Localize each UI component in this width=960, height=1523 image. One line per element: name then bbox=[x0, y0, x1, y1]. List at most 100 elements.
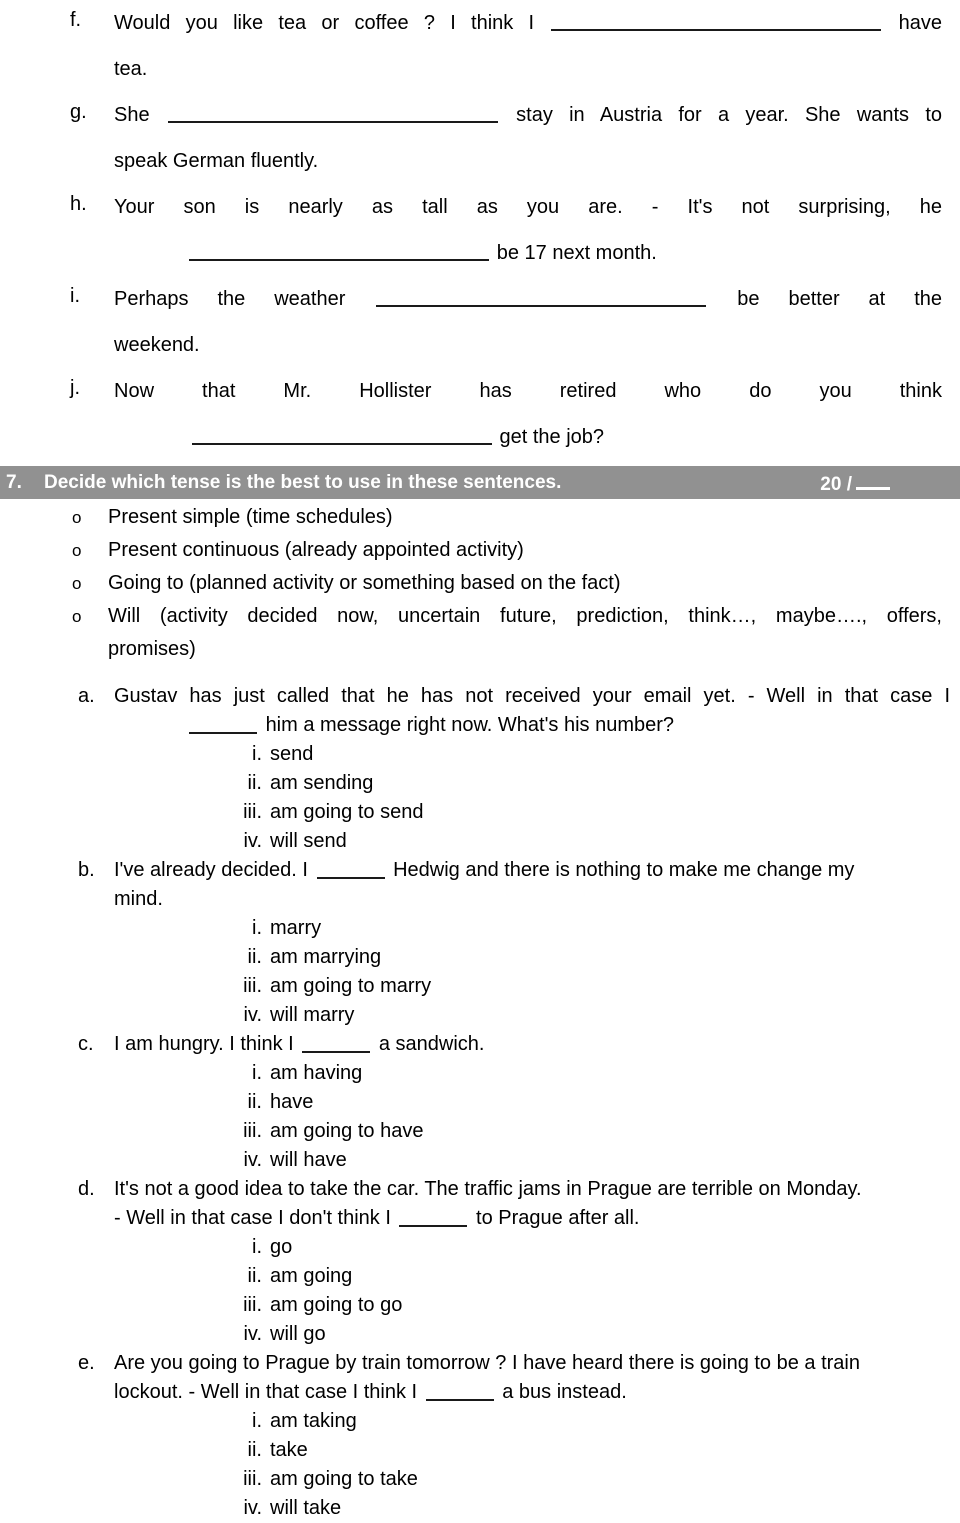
tense-option-label: Present simple (time schedules) bbox=[108, 506, 393, 528]
item-text-h: Your son is nearly as tall as you are. -… bbox=[114, 196, 942, 218]
option-numeral: iii. bbox=[243, 1294, 262, 1316]
mcq-section: a. Gustav has just called that he has no… bbox=[0, 682, 960, 1523]
option-label: will go bbox=[270, 1323, 326, 1345]
mcq-option[interactable]: iii. am going to take bbox=[0, 1465, 960, 1494]
mcq-stem-row-d: d. It's not a good idea to take the car.… bbox=[0, 1175, 960, 1204]
mcq-options-a: i. send ii. am sending iii. am going to … bbox=[0, 740, 960, 856]
mcq-option[interactable]: ii. take bbox=[0, 1436, 960, 1465]
mcq-option[interactable]: iii. am going to marry bbox=[0, 972, 960, 1001]
mcq-option[interactable]: i. send bbox=[0, 740, 960, 769]
tense-option-1: o Present simple (time schedules) bbox=[0, 501, 960, 534]
item-text-g: She stay in Austria for a year. She want… bbox=[114, 92, 942, 138]
answer-blank-j[interactable] bbox=[191, 422, 492, 445]
mcq-stem-a: Gustav has just called that he has not r… bbox=[114, 685, 950, 707]
item-marker-h: h. bbox=[70, 193, 87, 215]
mcq-option[interactable]: iv. will send bbox=[0, 827, 960, 856]
mcq-option[interactable]: iii. am going to send bbox=[0, 798, 960, 827]
tense-option-2: o Present continuous (already appointed … bbox=[0, 534, 960, 567]
circle-bullet-icon: o bbox=[72, 574, 82, 593]
item-text-j: Now that Mr. Hollister has retired who d… bbox=[114, 380, 942, 402]
mcq-option[interactable]: i. marry bbox=[0, 914, 960, 943]
section-number: 7. bbox=[6, 471, 22, 493]
question-item-i: i. Perhaps the weather be better at the bbox=[0, 276, 960, 322]
option-numeral: iv. bbox=[243, 1497, 262, 1519]
option-numeral: i. bbox=[252, 917, 262, 939]
mcq-marker-e: e. bbox=[78, 1352, 95, 1374]
answer-gap-b[interactable] bbox=[316, 857, 385, 879]
answer-blank-g[interactable] bbox=[167, 100, 498, 123]
mcq-stem-b-part1: I've already decided. I bbox=[114, 859, 308, 881]
mcq-option[interactable]: ii. am going bbox=[0, 1262, 960, 1291]
option-numeral: iii. bbox=[243, 1120, 262, 1142]
mcq-stem-d-part3: to Prague after all. bbox=[476, 1207, 640, 1229]
mcq-option[interactable]: i. am having bbox=[0, 1059, 960, 1088]
mcq-option[interactable]: iii. am going to have bbox=[0, 1117, 960, 1146]
mcq-options-e: i. am taking ii. take iii. am going to t… bbox=[0, 1407, 960, 1523]
mcq-stem-c-part2: a sandwich. bbox=[378, 1033, 485, 1055]
mcq-option[interactable]: ii. have bbox=[0, 1088, 960, 1117]
tense-option-4: o Will (activity decided now, uncertain … bbox=[0, 600, 960, 633]
mcq-stem-row-b2: mind. bbox=[0, 885, 960, 914]
question-item-h: h. Your son is nearly as tall as you are… bbox=[0, 184, 960, 230]
mcq-stem-c: I am hungry. I think I a sandwich. bbox=[114, 1030, 950, 1059]
answer-gap-a[interactable] bbox=[189, 712, 257, 734]
answer-blank-f[interactable] bbox=[551, 8, 882, 31]
section-score: 20 / bbox=[820, 469, 952, 495]
circle-bullet-icon: o bbox=[72, 541, 82, 560]
mcq-marker-c: c. bbox=[78, 1033, 94, 1055]
mcq-question-a: a. Gustav has just called that he has no… bbox=[0, 682, 960, 856]
answer-blank-h[interactable] bbox=[189, 238, 490, 261]
option-label: am going to go bbox=[270, 1294, 403, 1316]
question-item-j: j. Now that Mr. Hollister has retired wh… bbox=[0, 368, 960, 414]
option-numeral: ii. bbox=[247, 946, 262, 968]
tense-option-label: Going to (planned activity or something … bbox=[108, 572, 621, 594]
mcq-stem-row-a2: him a message right now. What's his numb… bbox=[0, 711, 960, 740]
mcq-options-b: i. marry ii. am marrying iii. am going t… bbox=[0, 914, 960, 1030]
tense-option-label: Present continuous (already appointed ac… bbox=[108, 539, 524, 561]
option-label: am taking bbox=[270, 1410, 357, 1432]
tense-option-label: Will (activity decided now, uncertain fu… bbox=[108, 605, 942, 627]
option-numeral: i. bbox=[252, 1410, 262, 1432]
mcq-stem-row-e: e. Are you going to Prague by train tomo… bbox=[0, 1349, 960, 1378]
mcq-option[interactable]: iv. will go bbox=[0, 1320, 960, 1349]
item-marker-f: f. bbox=[70, 9, 82, 31]
mcq-stem-row-a: a. Gustav has just called that he has no… bbox=[0, 682, 960, 711]
tense-options-list: o Present simple (time schedules) o Pres… bbox=[0, 501, 960, 666]
section-score-blank[interactable] bbox=[856, 469, 890, 490]
circle-bullet-icon: o bbox=[72, 508, 82, 527]
option-numeral: iv. bbox=[243, 1149, 262, 1171]
mcq-question-e: e. Are you going to Prague by train tomo… bbox=[0, 1349, 960, 1523]
option-numeral: iv. bbox=[243, 1004, 262, 1026]
section-heading-bar: 7. Decide which tense is the best to use… bbox=[0, 466, 960, 499]
answer-gap-d[interactable] bbox=[399, 1205, 468, 1227]
mcq-option[interactable]: iii. am going to go bbox=[0, 1291, 960, 1320]
option-label: am marrying bbox=[270, 946, 382, 968]
mcq-question-d: d. It's not a good idea to take the car.… bbox=[0, 1175, 960, 1349]
mcq-option[interactable]: iv. will marry bbox=[0, 1001, 960, 1030]
mcq-stem-c-part1: I am hungry. I think I bbox=[114, 1033, 294, 1055]
option-numeral: iii. bbox=[243, 801, 262, 823]
item-text-f: Would you like tea or coffee ? I think I… bbox=[114, 0, 942, 46]
answer-blank-i[interactable] bbox=[376, 284, 707, 307]
mcq-option[interactable]: ii. am marrying bbox=[0, 943, 960, 972]
mcq-stem-b: I've already decided. I Hedwig and there… bbox=[114, 856, 950, 885]
option-numeral: iv. bbox=[243, 1323, 262, 1345]
mcq-option[interactable]: i. go bbox=[0, 1233, 960, 1262]
item-f-pre-text: Would you like tea or coffee ? I think I bbox=[114, 12, 535, 34]
mcq-option[interactable]: i. am taking bbox=[0, 1407, 960, 1436]
option-label: am having bbox=[270, 1062, 363, 1084]
option-numeral: iii. bbox=[243, 975, 262, 997]
mcq-options-d: i. go ii. am going iii. am going to go i… bbox=[0, 1233, 960, 1349]
answer-gap-e[interactable] bbox=[425, 1379, 494, 1401]
option-label: am going to marry bbox=[270, 975, 432, 997]
mcq-option[interactable]: iv. will take bbox=[0, 1494, 960, 1523]
mcq-option[interactable]: ii. am sending bbox=[0, 769, 960, 798]
item-g-line2: speak German fluently. bbox=[114, 150, 319, 172]
mcq-option[interactable]: iv. will have bbox=[0, 1146, 960, 1175]
upper-exercise: f. Would you like tea or coffee ? I thin… bbox=[0, 0, 960, 460]
item-j-line2: get the job? bbox=[0, 414, 960, 460]
answer-gap-c[interactable] bbox=[302, 1031, 371, 1053]
mcq-question-b: b. I've already decided. I Hedwig and th… bbox=[0, 856, 960, 1030]
mcq-options-c: i. am having ii. have iii. am going to h… bbox=[0, 1059, 960, 1175]
option-label: go bbox=[270, 1236, 293, 1258]
